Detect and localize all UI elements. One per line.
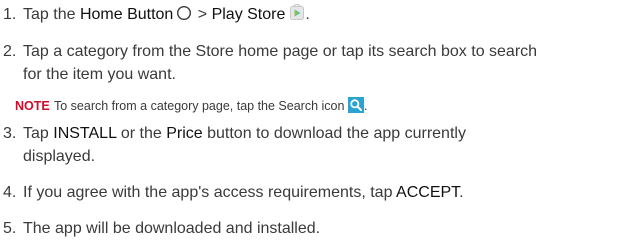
step-number: 1. [3, 6, 17, 23]
step-5: 5. The app will be downloaded and install… [3, 217, 631, 240]
step-text: Tap [23, 125, 54, 142]
step-text-middle: or the [116, 125, 167, 142]
instruction-document: 1. Tap the Home Button > Play Store . 2. T… [0, 0, 633, 245]
home-button-label: Home Button [79, 6, 174, 23]
step-text: Tap a category from the Store home page … [23, 43, 538, 60]
step-1: 1. Tap the Home Button > Play Store . [3, 3, 631, 26]
note-text: To search from a category page, tap the … [54, 99, 345, 113]
step-number: 2. [3, 43, 17, 60]
step-2: 2. Tap a category from the Store home pag… [3, 40, 631, 86]
step-text-continued: displayed. [23, 148, 96, 165]
step-end: . [459, 184, 464, 201]
play-store-label: Play Store [211, 6, 286, 23]
step-text: Tap the [23, 6, 80, 23]
play-store-icon [290, 3, 305, 20]
search-icon [347, 96, 364, 113]
step-end: . [305, 6, 310, 23]
install-label: INSTALL [53, 125, 117, 142]
step-number: 3. [3, 125, 17, 142]
step-number: 5. [3, 220, 17, 237]
note-label: NOTE [15, 99, 50, 113]
step-number: 4. [3, 184, 17, 201]
step-text: If you agree with the app's access requi… [23, 184, 397, 201]
step-text: The app will be downloaded and installed… [23, 220, 321, 237]
step-3: 3. Tap INSTALL or the Price button to dow… [3, 122, 631, 168]
home-icon [177, 5, 192, 20]
step-4: 4. If you agree with the app's access req… [3, 181, 631, 204]
note: NOTE To search from a category page, tap … [15, 96, 368, 115]
price-label: Price [166, 125, 203, 142]
step-text-end: button to download the app currently [202, 125, 466, 142]
note-end: . [363, 99, 368, 113]
step-separator: > [193, 6, 212, 23]
accept-label: ACCEPT [396, 184, 460, 201]
step-text-continued: for the item you want. [23, 66, 176, 83]
